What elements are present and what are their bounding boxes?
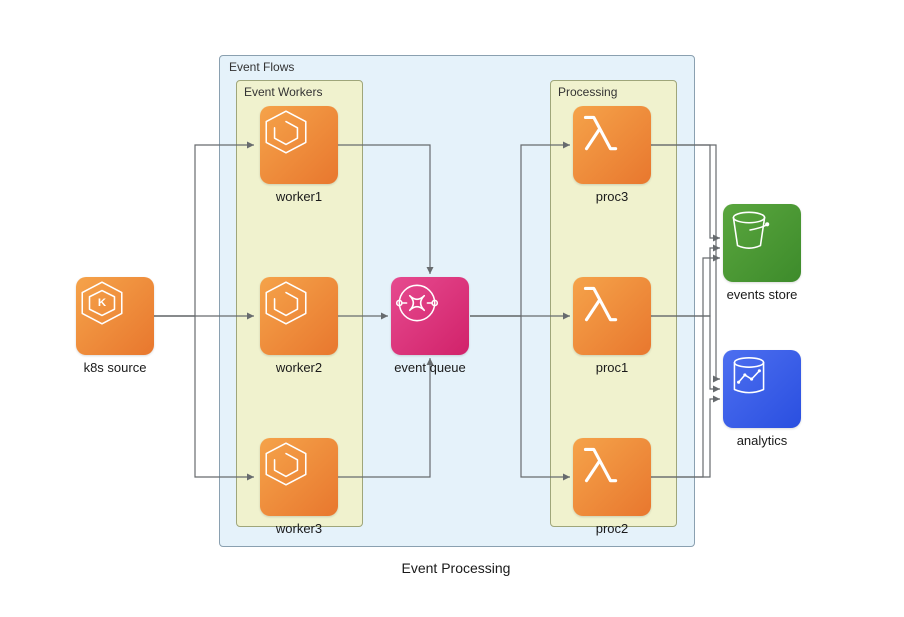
ecs-icon	[260, 438, 312, 490]
node-events-store-label: events store	[723, 287, 801, 302]
eventbridge-icon	[391, 277, 443, 329]
node-k8s-source: K	[76, 277, 154, 355]
lambda-icon	[573, 277, 625, 329]
lambda-icon	[573, 438, 625, 490]
glue-icon	[723, 350, 775, 402]
node-proc2-label: proc2	[573, 521, 651, 536]
node-event-queue-label: event queue	[391, 360, 469, 375]
node-proc3-label: proc3	[573, 189, 651, 204]
node-events-store	[723, 204, 801, 282]
node-worker3	[260, 438, 338, 516]
node-worker1	[260, 106, 338, 184]
node-worker2-label: worker2	[260, 360, 338, 375]
node-worker2	[260, 277, 338, 355]
ecs-icon	[260, 106, 312, 158]
node-k8s-source-label: k8s source	[76, 360, 154, 375]
ecs-icon	[260, 277, 312, 329]
node-event-queue	[391, 277, 469, 355]
node-worker1-label: worker1	[260, 189, 338, 204]
diagram-title: Event Processing	[219, 560, 693, 576]
node-proc1	[573, 277, 651, 355]
node-worker3-label: worker3	[260, 521, 338, 536]
node-analytics-label: analytics	[723, 433, 801, 448]
node-analytics	[723, 350, 801, 428]
node-proc1-label: proc1	[573, 360, 651, 375]
node-proc2	[573, 438, 651, 516]
svg-text:K: K	[98, 297, 107, 309]
node-proc3	[573, 106, 651, 184]
s3-bucket-icon	[723, 204, 775, 256]
eks-icon: K	[76, 277, 128, 329]
lambda-icon	[573, 106, 625, 158]
